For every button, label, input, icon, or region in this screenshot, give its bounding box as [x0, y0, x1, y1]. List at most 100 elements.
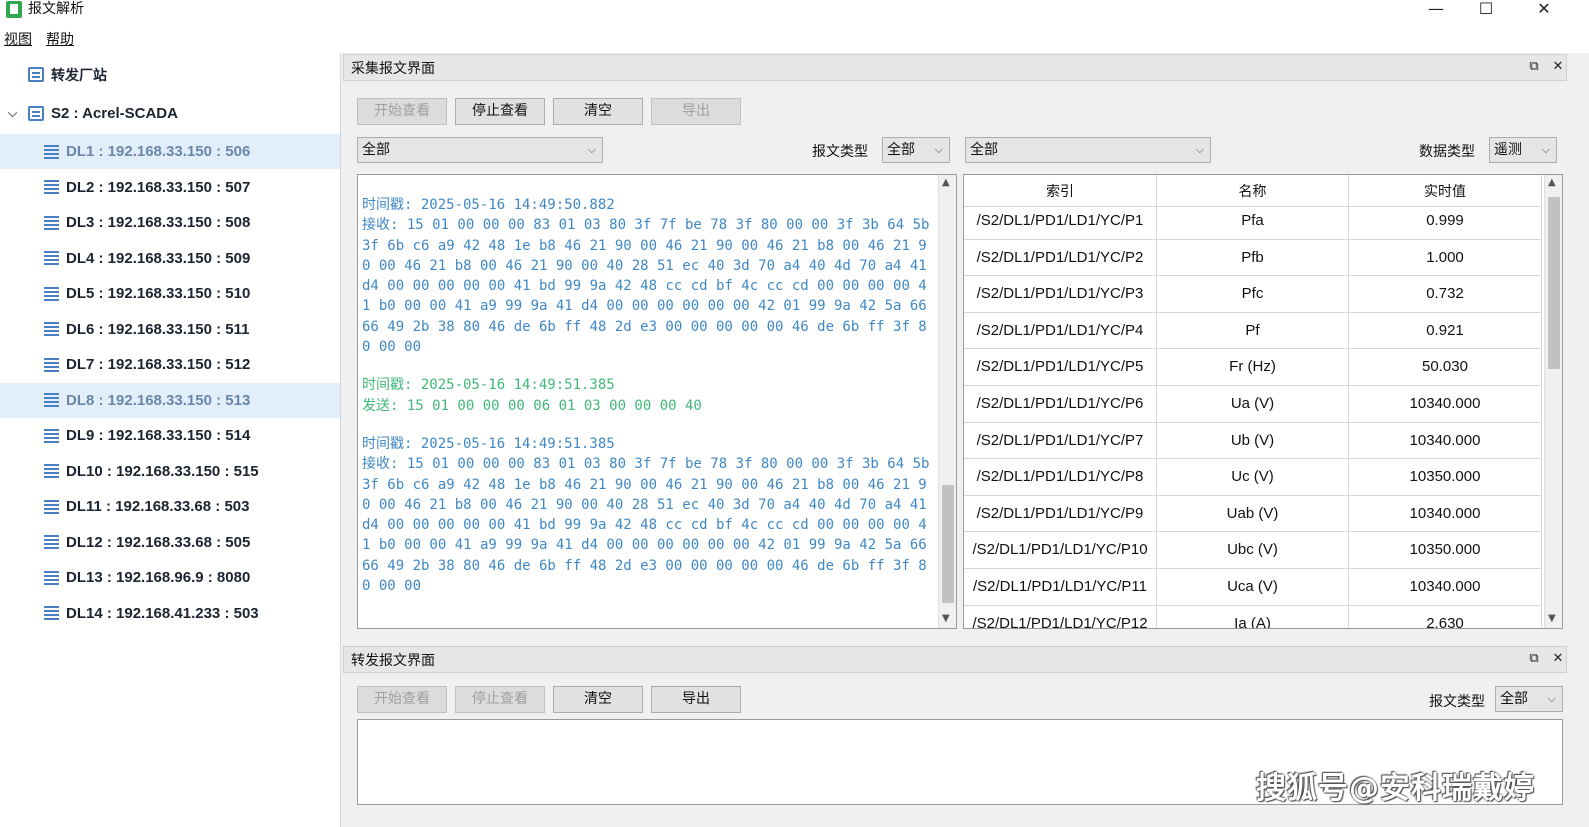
tree-item[interactable]: DL9 : 192.168.33.150 : 514	[0, 418, 340, 453]
list-icon	[44, 570, 59, 585]
tree-item-label: DL3 : 192.168.33.150 : 508	[66, 214, 251, 231]
cell-value: 10340.000	[1349, 386, 1542, 423]
cell-index: /S2/DL1/PD1/LD1/YC/P5	[964, 349, 1157, 386]
forward-msg-type-select[interactable]: 全部 ⌵	[1495, 686, 1563, 712]
table-scroll-thumb[interactable]	[1548, 197, 1560, 369]
tree-item[interactable]: DL11 : 192.168.33.68 : 503	[0, 489, 340, 524]
cell-name: Ubc (V)	[1157, 532, 1349, 569]
cell-value: 0.921	[1349, 312, 1542, 350]
tree-item[interactable]: DL14 : 192.168.41.233 : 503	[0, 596, 340, 631]
maximize-button[interactable]: ☐	[1471, 0, 1501, 20]
tree-root[interactable]: 转发厂站	[0, 57, 340, 92]
cell-name: Pfa	[1157, 203, 1349, 240]
tree-item-label: DL5 : 192.168.33.150 : 510	[66, 285, 251, 302]
tree-item-label: DL9 : 192.168.33.150 : 514	[66, 427, 251, 444]
collect-export-button[interactable]: 导出	[651, 98, 741, 125]
tree-item-label: DL12 : 192.168.33.68 : 505	[66, 533, 251, 551]
menu-bar: 视图 帮助	[0, 28, 84, 52]
forward-start-button[interactable]: 开始查看	[357, 686, 447, 713]
log-scroll-thumb[interactable]	[942, 485, 954, 603]
list-icon	[44, 251, 59, 265]
device-filter-select[interactable]: 全部 ⌵	[357, 137, 603, 163]
window-title: 报文解析	[28, 1, 84, 17]
table-row[interactable]: /S2/DL1/PD1/LD1/YC/P4 Pf 0.921	[964, 312, 1544, 350]
forward-msg-type-value: 全部	[1500, 691, 1528, 707]
log-scrollbar[interactable]: ▲ ▼	[938, 175, 956, 628]
cell-value: 10350.000	[1349, 532, 1542, 569]
close-button[interactable]: ✕	[1529, 0, 1559, 20]
device-filter-value: 全部	[362, 142, 390, 158]
tree-item[interactable]: DL2 : 192.168.33.150 : 507	[0, 170, 340, 205]
scroll-up-icon[interactable]: ▲	[942, 177, 950, 188]
tree-station[interactable]: ⌵ S2 : Acrel-SCADA	[0, 96, 340, 131]
tree-item-label: DL13 : 192.168.96.9 : 8080	[66, 569, 251, 586]
cell-value: 10340.000	[1349, 495, 1542, 533]
close-icon[interactable]: ✕	[1549, 650, 1567, 668]
cell-name: Ia (A)	[1157, 605, 1349, 628]
tree-item[interactable]: DL4 : 192.168.33.150 : 509	[0, 241, 340, 276]
tree-item[interactable]: DL13 : 192.168.96.9 : 8080	[0, 560, 340, 595]
table-row[interactable]: /S2/DL1/PD1/LD1/YC/P9 Uab (V) 10340.000	[964, 495, 1544, 533]
tree-item-label: DL4 : 192.168.33.150 : 509	[66, 249, 251, 267]
restore-icon[interactable]: ⧉	[1525, 650, 1543, 668]
tree-item[interactable]: DL7 : 192.168.33.150 : 512	[0, 347, 340, 382]
table-row[interactable]: /S2/DL1/PD1/LD1/YC/P5 Fr (Hz) 50.030	[964, 349, 1544, 386]
close-icon[interactable]: ✕	[1549, 58, 1567, 76]
cell-value: 0.732	[1349, 276, 1542, 313]
menu-help[interactable]: 帮助	[42, 28, 80, 52]
table-row[interactable]: /S2/DL1/PD1/LD1/YC/P1 Pfa 0.999	[964, 203, 1544, 240]
menu-view[interactable]: 视图	[0, 28, 38, 52]
message-log[interactable]: 时间戳: 2025-05-16 14:49:50.882 接收: 15 01 00…	[357, 174, 957, 629]
table-row[interactable]: /S2/DL1/PD1/LD1/YC/P3 Pfc 0.732	[964, 276, 1544, 313]
tree-item[interactable]: DL12 : 192.168.33.68 : 505	[0, 525, 340, 560]
list-icon	[44, 180, 59, 194]
tree-root-label: 转发厂站	[51, 66, 107, 83]
tree-item-label: DL14 : 192.168.41.233 : 503	[66, 604, 259, 622]
log-payload: 接收: 15 01 00 00 00 83 01 03 80 3f 7f be …	[362, 217, 938, 356]
log-timestamp: 时间戳: 2025-05-16 14:49:51.385	[362, 435, 615, 452]
table-row[interactable]: /S2/DL1/PD1/LD1/YC/P11 Uca (V) 10340.000	[964, 569, 1544, 606]
cell-index: /S2/DL1/PD1/LD1/YC/P10	[964, 532, 1157, 569]
tree-item[interactable]: DL8 : 192.168.33.150 : 513	[0, 382, 340, 418]
tree-item[interactable]: DL6 : 192.168.33.150 : 511	[0, 312, 340, 347]
collect-start-button[interactable]: 开始查看	[357, 98, 447, 125]
list-icon	[44, 322, 59, 336]
collect-stop-button[interactable]: 停止查看	[455, 98, 545, 125]
list-icon	[44, 286, 59, 301]
scroll-up-icon[interactable]: ▲	[1548, 177, 1556, 188]
log-entry: 时间戳: 2025-05-16 14:49:50.882 接收: 15 01 00…	[362, 195, 932, 357]
tree-item[interactable]: DL10 : 192.168.33.150 : 515	[0, 454, 340, 489]
table-row[interactable]: /S2/DL1/PD1/LD1/YC/P8 Uc (V) 10350.000	[964, 459, 1544, 496]
data-type-value: 遥测	[1494, 142, 1522, 158]
collect-clear-button[interactable]: 清空	[553, 98, 643, 125]
list-icon	[44, 499, 59, 514]
tree-item[interactable]: DL5 : 192.168.33.150 : 510	[0, 276, 340, 311]
tree-item[interactable]: DL3 : 192.168.33.150 : 508	[0, 205, 340, 240]
cell-name: Uab (V)	[1157, 495, 1349, 533]
tree-item[interactable]: DL1 : 192.168.33.150 : 506	[0, 134, 340, 169]
table-row[interactable]: /S2/DL1/PD1/LD1/YC/P7 Ub (V) 10340.000	[964, 422, 1544, 460]
table-row[interactable]: /S2/DL1/PD1/LD1/YC/P2 Pfb 1.000	[964, 239, 1544, 277]
scroll-down-icon[interactable]: ▼	[942, 613, 950, 624]
minimize-button[interactable]: —	[1421, 0, 1451, 20]
table-row[interactable]: /S2/DL1/PD1/LD1/YC/P10 Ubc (V) 10350.000	[964, 532, 1544, 569]
chevron-down-icon: ⌵	[1195, 143, 1204, 156]
forward-stop-button[interactable]: 停止查看	[455, 686, 545, 713]
data-type-select[interactable]: 遥测 ⌵	[1489, 137, 1557, 163]
cell-value: 10340.000	[1349, 569, 1542, 606]
tree-item-label: DL1 : 192.168.33.150 : 506	[66, 143, 251, 160]
forward-clear-button[interactable]: 清空	[553, 686, 643, 713]
cell-name: Fr (Hz)	[1157, 349, 1349, 386]
table-row[interactable]: /S2/DL1/PD1/LD1/YC/P12 Ia (A) 2.630	[964, 605, 1544, 628]
point-filter-select[interactable]: 全部 ⌵	[965, 137, 1211, 163]
table-scrollbar[interactable]: ▲ ▼	[1544, 175, 1562, 628]
chevron-down-icon: ⌵	[587, 143, 596, 156]
chevron-down-icon[interactable]: ⌵	[8, 106, 17, 121]
table-row[interactable]: /S2/DL1/PD1/LD1/YC/P6 Ua (V) 10340.000	[964, 386, 1544, 423]
cell-value: 2.630	[1349, 605, 1542, 628]
cell-value: 1.000	[1349, 239, 1542, 277]
msg-type-select[interactable]: 全部 ⌵	[882, 137, 950, 163]
forward-export-button[interactable]: 导出	[651, 686, 741, 713]
scroll-down-icon[interactable]: ▼	[1548, 613, 1556, 624]
restore-icon[interactable]: ⧉	[1525, 58, 1543, 76]
